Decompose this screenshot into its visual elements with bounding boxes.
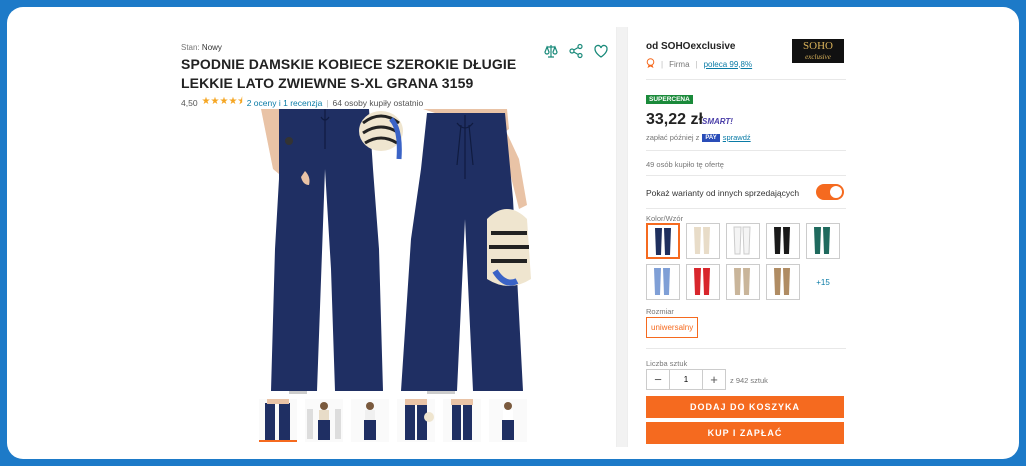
ratings-link[interactable]: 2 oceny i 1 recenzja	[247, 98, 323, 108]
stock-count: z 942 sztuk	[730, 376, 768, 385]
variants-toggle-label: Pokaż warianty od innych sprzedających	[646, 188, 800, 198]
buy-now-button[interactable]: KUP I ZAPŁAĆ	[646, 422, 844, 444]
separator: |	[326, 97, 329, 108]
page-frame: Stan: Nowy SPODNIE DAMSKIE KOBIECE SZERO…	[7, 7, 1019, 459]
offer-panel: od SOHOexclusive | Firma | poleca 99,8% …	[627, 27, 859, 447]
color-swatch[interactable]	[726, 264, 760, 300]
color-swatch[interactable]	[686, 223, 720, 259]
color-swatch[interactable]	[646, 264, 680, 300]
pay-logo: PAY	[702, 133, 720, 142]
color-label: Kolor/Wzór	[646, 214, 684, 223]
divider	[646, 208, 846, 209]
condition-value: Nowy	[201, 43, 222, 52]
thumbnail[interactable]	[489, 399, 527, 442]
more-colors-link[interactable]: +15	[806, 264, 840, 300]
separator: |	[695, 59, 698, 69]
divider	[646, 150, 846, 151]
logo-line-1: SOHO	[803, 40, 833, 52]
separator: |	[661, 59, 664, 69]
bought-offer: 49 osób kupiło tę ofertę	[646, 160, 724, 169]
smart-badge: SMART!	[702, 117, 733, 126]
variants-toggle[interactable]	[816, 184, 844, 200]
seller-badge-icon	[646, 58, 655, 70]
price: 33,22 zł	[646, 111, 703, 128]
rating-stars: ★★★★⯨	[201, 96, 243, 107]
quantity-label: Liczba sztuk	[646, 359, 688, 368]
size-option[interactable]: uniwersalny	[646, 317, 699, 338]
divider	[646, 175, 846, 176]
bought-recent: 64 osoby kupiły ostatnio	[332, 97, 424, 108]
heart-icon[interactable]	[593, 43, 609, 59]
quantity-input[interactable]	[669, 370, 703, 389]
pay-later-text: zapłać później z	[646, 133, 700, 142]
thumbnail[interactable]	[443, 399, 481, 442]
page-canvas: Stan: Nowy SPODNIE DAMSKIE KOBIECE SZERO…	[7, 7, 1019, 459]
divider	[646, 79, 846, 80]
main-product-image[interactable]	[251, 109, 543, 394]
smart-label: SMART!	[702, 117, 733, 126]
color-swatches: +15	[646, 223, 846, 300]
compare-icon[interactable]	[543, 43, 559, 59]
divider	[646, 348, 846, 349]
product-gallery-card: Stan: Nowy SPODNIE DAMSKIE KOBIECE SZERO…	[163, 27, 617, 447]
color-swatch[interactable]	[686, 264, 720, 300]
condition: Stan: Nowy	[181, 43, 222, 52]
color-swatch[interactable]	[726, 223, 760, 259]
supercena-badge: SUPERCENA	[646, 95, 693, 104]
seller-meta: | Firma | poleca 99,8%	[646, 58, 752, 70]
product-actions	[543, 43, 609, 59]
color-swatch[interactable]	[766, 264, 800, 300]
increment-button[interactable]: +	[703, 370, 725, 389]
thumbnail-strip	[259, 399, 527, 442]
seller-recommend-link[interactable]: poleca 99,8%	[704, 60, 752, 69]
share-icon[interactable]	[568, 43, 584, 59]
column-gap	[617, 27, 627, 447]
thumbnail[interactable]	[259, 399, 297, 442]
color-swatch[interactable]	[806, 223, 840, 259]
color-swatch[interactable]	[646, 223, 680, 259]
add-to-cart-button[interactable]: DODAJ DO KOSZYKA	[646, 396, 844, 418]
thumbnail[interactable]	[397, 399, 435, 442]
thumbnail[interactable]	[351, 399, 389, 442]
seller-type: Firma	[669, 59, 690, 69]
pay-later-link[interactable]: sprawdź	[723, 133, 751, 142]
product-title: SPODNIE DAMSKIE KOBIECE SZEROKIE DŁUGIE …	[181, 56, 517, 91]
thumbnail[interactable]	[305, 399, 343, 442]
logo-line-2: exclusive	[805, 53, 831, 61]
pay-later-row: zapłać później z PAY sprawdź	[646, 133, 751, 142]
size-label: Rozmiar	[646, 307, 674, 316]
decrement-button[interactable]: −	[647, 370, 669, 389]
rating-value: 4,50	[181, 97, 198, 108]
seller-logo[interactable]: SOHO exclusive	[792, 39, 844, 63]
seller-name[interactable]: od SOHOexclusive	[646, 41, 735, 52]
quantity-stepper: − +	[646, 369, 726, 390]
color-swatch[interactable]	[766, 223, 800, 259]
condition-label: Stan:	[181, 43, 200, 52]
